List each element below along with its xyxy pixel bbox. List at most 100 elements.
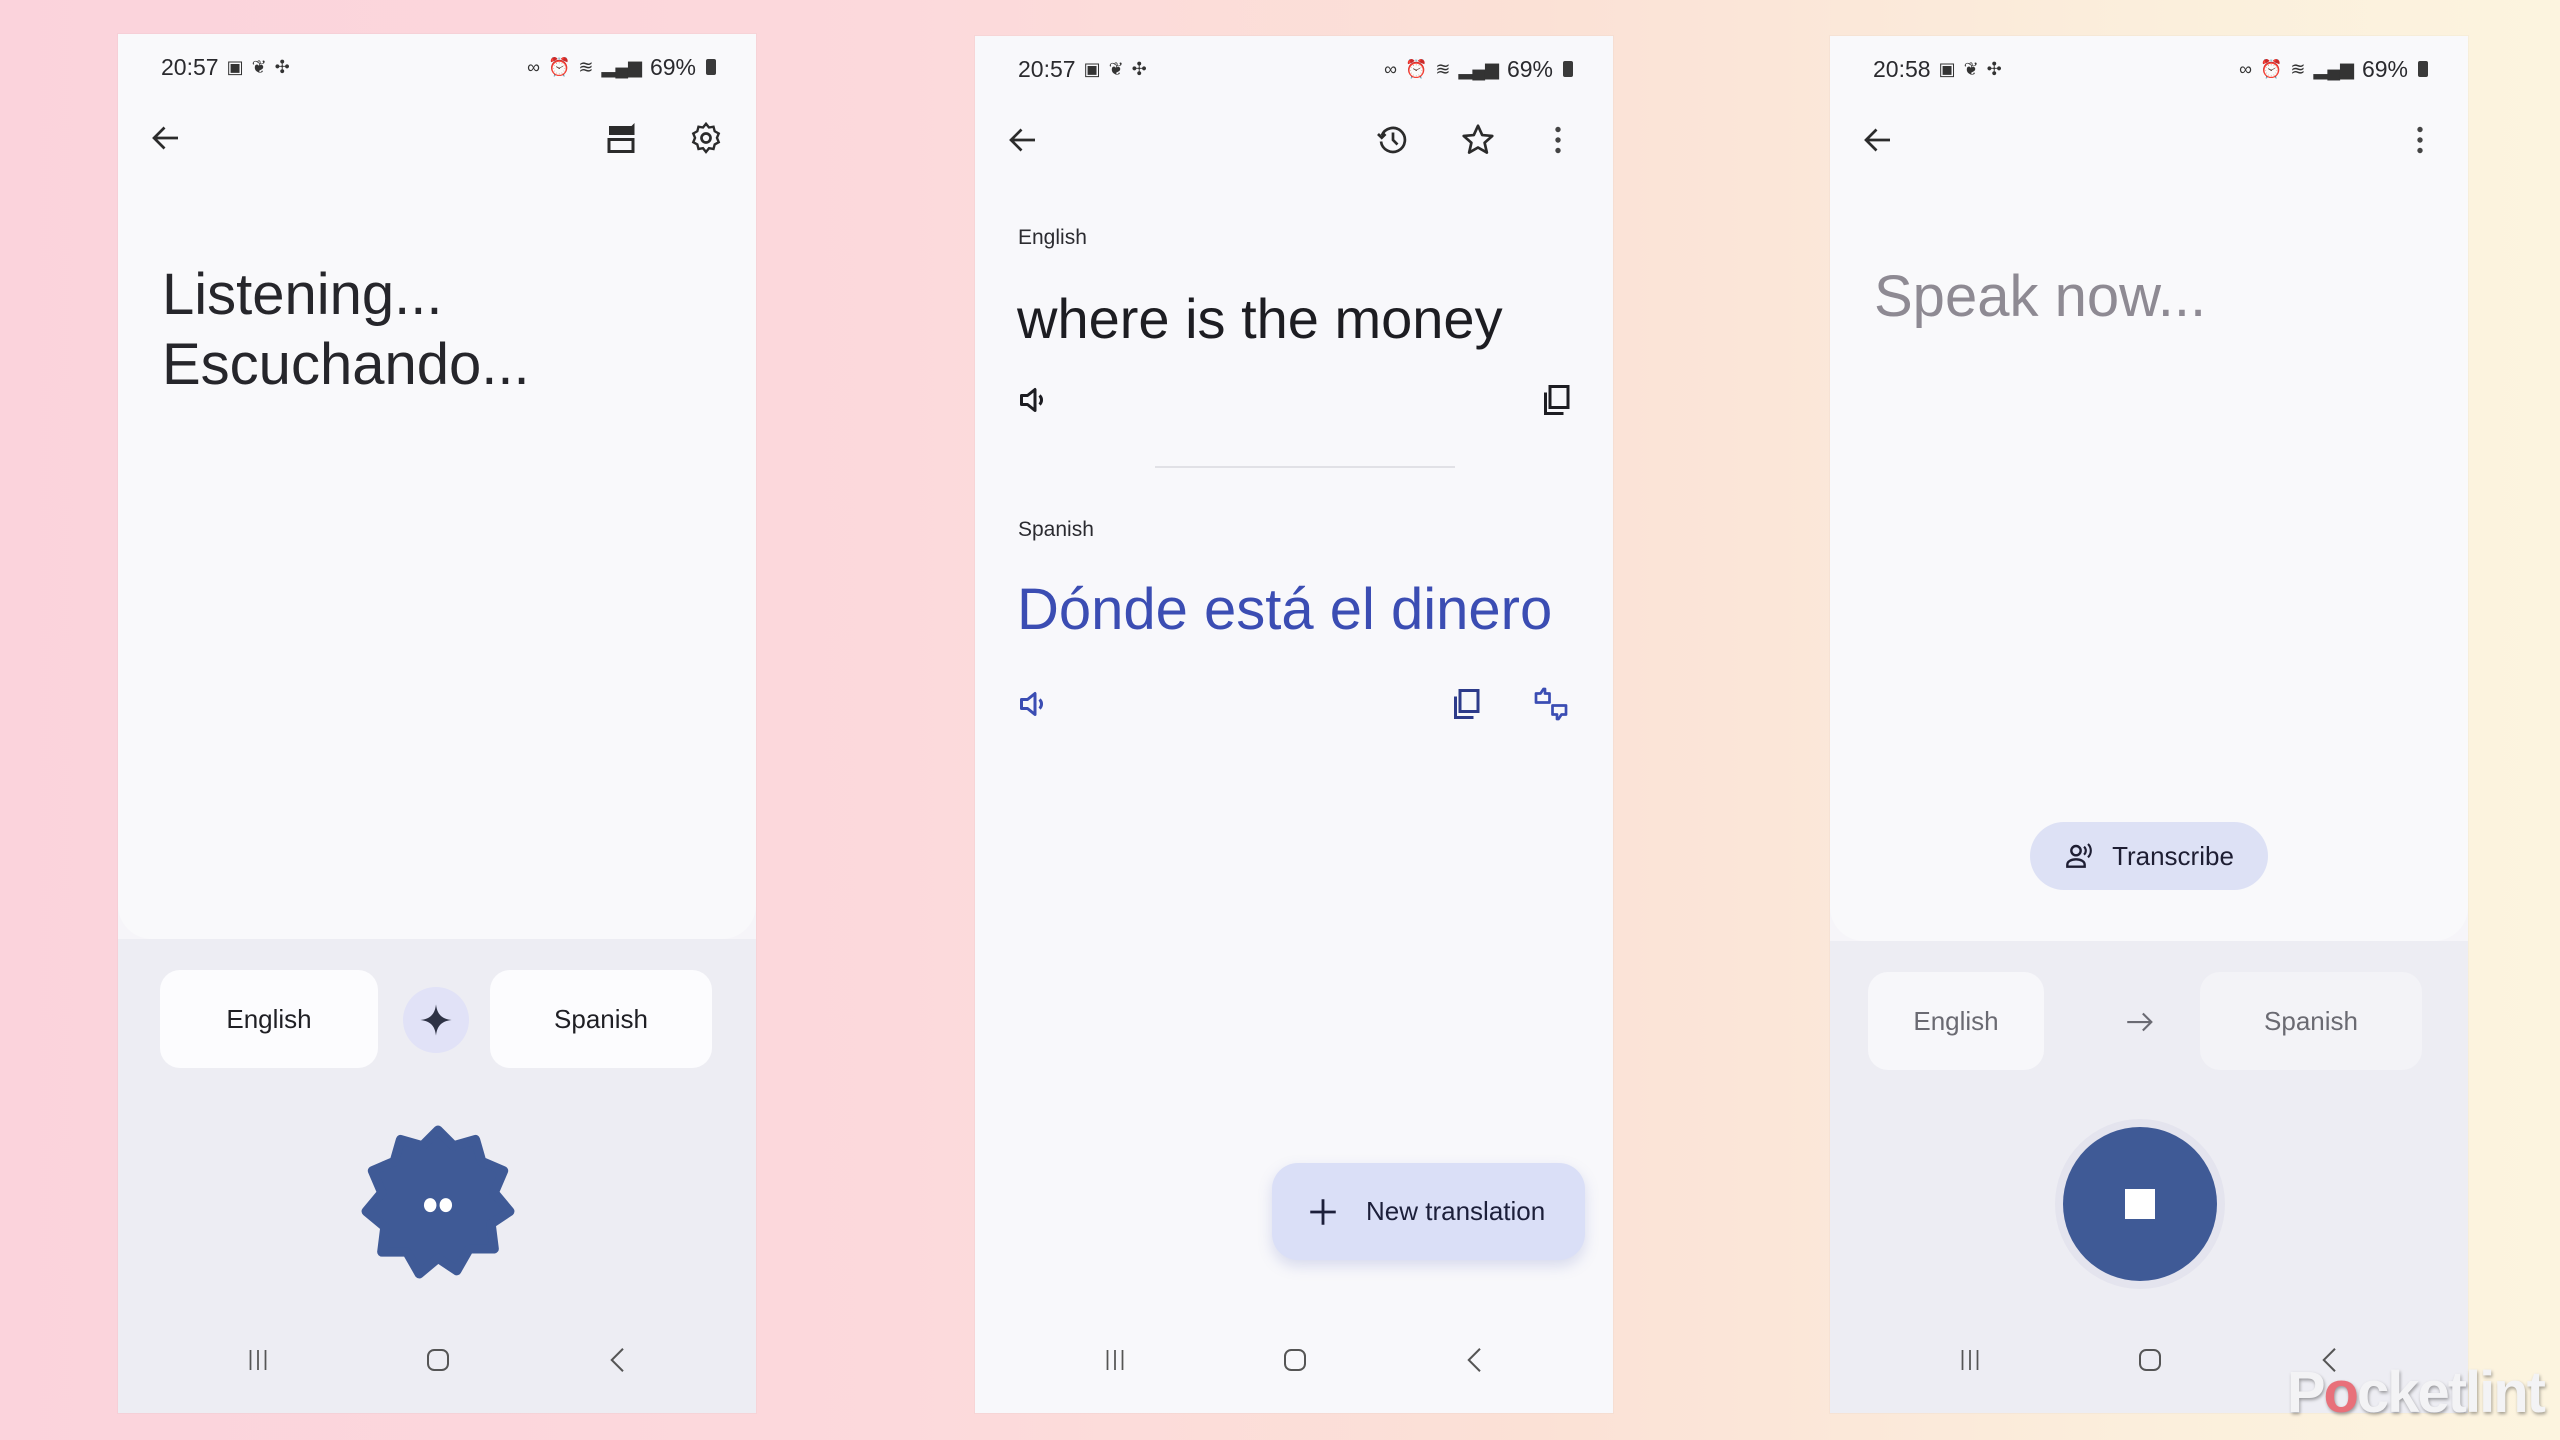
alarm-icon: ⏰ [547,57,571,77]
nav-back-button[interactable] [588,1335,648,1385]
home-icon [1284,1349,1306,1371]
rate-translation-button[interactable] [1523,676,1579,732]
transcribe-button[interactable]: Transcribe [2030,822,2268,890]
recents-button[interactable] [1085,1335,1145,1385]
conversation-mode-button[interactable] [593,110,649,166]
app-notification-icon: ❦ [251,57,267,77]
home-button[interactable] [2120,1335,2180,1385]
target-copy-button[interactable] [1438,676,1494,732]
translated-text: Dónde está el dinero [1017,577,1553,642]
app-notification-icon: ❦ [1963,59,1979,79]
settings-button[interactable] [678,110,734,166]
status-bar: 20:58 ▣ ❦ ✣ ∞ ⏰ ≋ ▂▄▆ 69% [1873,52,2428,86]
target-language-label: Spanish [1018,518,1094,541]
home-icon [427,1349,449,1371]
phone-screen-speak-now: 20:58 ▣ ❦ ✣ ∞ ⏰ ≋ ▂▄▆ 69% Speak now... T… [1830,36,2468,1413]
signal-icon: ▂▄▆ [601,57,642,77]
status-time: 20:58 [1873,55,1931,82]
favorite-button[interactable] [1450,112,1506,168]
listening-line-en: Listening... [162,262,443,327]
glasses-icon: ∞ [527,57,540,77]
gallery-notification-icon: ▣ [226,57,244,77]
back-button[interactable] [138,110,194,166]
phone-screen-listening: 20:57 ▣ ❦ ✣ ∞ ⏰ ≋ ▂▄▆ 69% Listening... E… [118,34,756,1413]
gallery-notification-icon: ▣ [1938,59,1956,79]
pocketlint-watermark: Pocketlint [2286,1359,2546,1426]
target-language-chip[interactable]: Spanish [2200,972,2422,1070]
source-speak-button[interactable] [1007,372,1063,428]
battery-percent: 69% [2361,55,2408,82]
back-arrow-icon [152,126,178,150]
history-button[interactable] [1365,112,1421,168]
gear-icon [691,121,721,154]
speaker-icon [1020,388,1043,412]
speaker-icon [1020,692,1043,716]
swap-languages-button[interactable] [403,987,469,1053]
back-arrow-icon [1864,128,1890,152]
more-vert-icon [2417,126,2423,154]
home-button[interactable] [408,1335,468,1385]
glasses-icon: ∞ [2239,59,2252,79]
more-options-button[interactable] [1530,112,1586,168]
wifi-icon: ≋ [578,57,594,77]
new-translation-label: New translation [1366,1196,1546,1226]
source-language-chip[interactable]: English [160,970,378,1068]
thumbs-up-down-icon [1534,687,1568,721]
plus-icon [1310,1198,1336,1225]
nav-back-icon [1467,1348,1481,1372]
app-notification-icon: ❦ [1108,59,1124,79]
status-bar: 20:57 ▣ ❦ ✣ ∞ ⏰ ≋ ▂▄▆ 69% [1018,52,1573,86]
target-language-label: Spanish [554,1003,648,1034]
transcribe-label: Transcribe [2112,840,2234,871]
signal-icon: ▂▄▆ [1458,59,1499,79]
source-language-label: English [1018,226,1087,249]
recents-icon [1106,1350,1124,1370]
copy-icon [1454,689,1480,719]
target-speak-button[interactable] [1007,676,1063,732]
voice-person-icon [2066,843,2092,868]
recents-button[interactable] [228,1335,288,1385]
back-button[interactable] [995,112,1051,168]
transcript-card [118,34,756,939]
watermark-rest: cketlint [2356,1360,2546,1425]
stop-recording-button[interactable] [2055,1119,2225,1289]
phone-screen-translation: 20:57 ▣ ❦ ✣ ∞ ⏰ ≋ ▂▄▆ 69% English where … [975,36,1613,1413]
wifi-icon: ≋ [1435,59,1451,79]
battery-icon [706,59,716,75]
recents-button[interactable] [1940,1335,2000,1385]
source-language-label: English [1913,1005,1999,1036]
source-copy-button[interactable] [1528,372,1584,428]
listening-blob-icon [361,1125,515,1279]
glasses-icon: ∞ [1384,59,1397,79]
wifi-icon: ≋ [2290,59,2306,79]
battery-percent: 69% [649,53,696,80]
stop-icon [2125,1189,2155,1219]
section-divider [1155,466,1455,468]
mic-listening-button[interactable] [360,1124,516,1280]
status-time: 20:57 [161,53,219,80]
nav-back-button[interactable] [1445,1335,1505,1385]
more-options-button[interactable] [2392,112,2448,168]
new-translation-button[interactable]: New translation [1272,1163,1585,1260]
alarm-icon: ⏰ [1404,59,1428,79]
signal-icon: ▂▄▆ [2313,59,2354,79]
history-icon [1377,126,1407,154]
source-language-chip[interactable]: English [1868,972,2044,1070]
home-button[interactable] [1265,1335,1325,1385]
back-button[interactable] [1850,112,1906,168]
sparkle-notification-icon: ✣ [274,57,290,77]
sparkle-notification-icon: ✣ [1131,59,1147,79]
gallery-notification-icon: ▣ [1083,59,1101,79]
back-arrow-icon [1009,128,1035,152]
watermark-p: P [2286,1360,2326,1425]
system-nav-bar [118,1335,756,1385]
watermark-power-o: o [2323,1360,2359,1425]
status-bar: 20:57 ▣ ❦ ✣ ∞ ⏰ ≋ ▂▄▆ 69% [161,50,716,84]
listening-line-es: Escuchando... [162,332,530,397]
arrow-right-icon [2127,1012,2153,1032]
target-language-label: Spanish [2264,1005,2358,1036]
more-vert-icon [1555,126,1561,154]
alarm-icon: ⏰ [2259,59,2283,79]
target-language-chip[interactable]: Spanish [490,970,712,1068]
system-nav-bar [975,1335,1613,1385]
